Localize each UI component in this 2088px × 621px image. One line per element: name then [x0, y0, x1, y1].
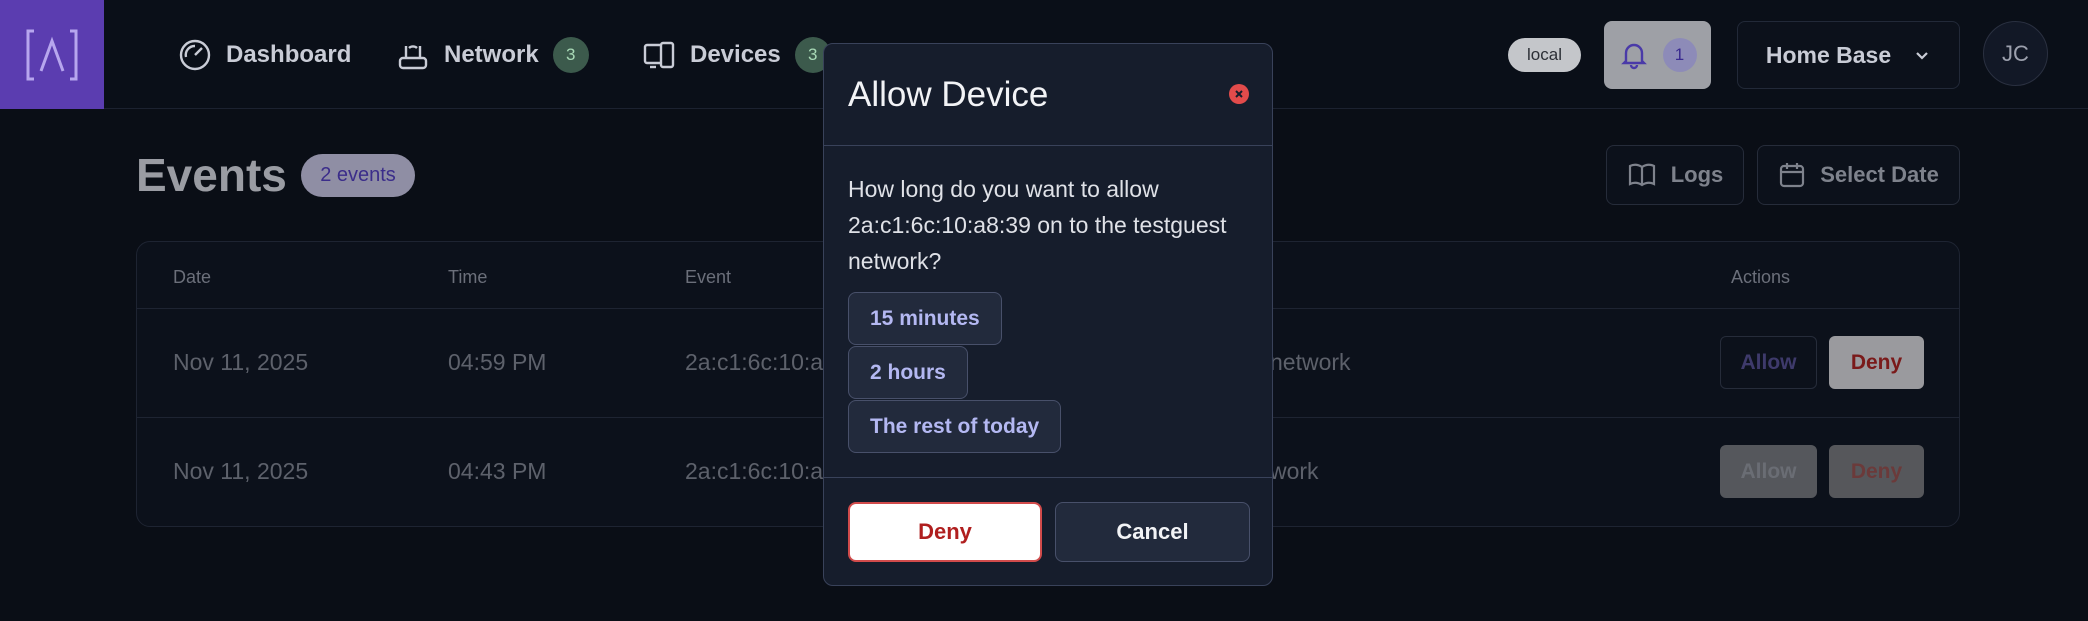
book-icon	[1628, 163, 1655, 187]
events-count-badge: 2 events	[301, 154, 415, 197]
logs-button-label: Logs	[1670, 162, 1724, 187]
user-avatar[interactable]: JC	[1983, 21, 2048, 86]
row-date: Nov 11, 2025	[173, 349, 309, 375]
site-selector-dropdown[interactable]: Home Base	[1737, 21, 1960, 89]
row-allow-button[interactable]: Allow	[1720, 336, 1817, 389]
column-header-event: Event	[685, 267, 732, 287]
nav-dashboard-label: Dashboard	[226, 41, 352, 68]
modal-header: Allow Device	[824, 44, 1272, 146]
chevron-down-icon	[1916, 52, 1928, 60]
modal-question: How long do you want to allow 2a:c1:6c:1…	[848, 176, 1227, 274]
nav-devices[interactable]: Devices 3	[642, 32, 831, 78]
option-15-minutes-button[interactable]: 15 minutes	[848, 292, 1002, 345]
modal-title: Allow Device	[848, 75, 1049, 114]
site-selector-label: Home Base	[1765, 41, 1892, 68]
row-time: 04:43 PM	[448, 458, 547, 484]
option-2-hours-button[interactable]: 2 hours	[848, 346, 968, 399]
row-event-tail: network	[1270, 349, 1351, 375]
notifications-button[interactable]: 1	[1604, 21, 1711, 89]
nav-devices-label: Devices	[690, 41, 781, 68]
row-event: 2a:c1:6c:10:a	[685, 458, 824, 484]
row-deny-button[interactable]: Deny	[1829, 336, 1924, 389]
close-icon[interactable]	[1229, 84, 1249, 104]
column-header-actions: Actions	[1731, 267, 1791, 287]
nav-network[interactable]: Network 3	[396, 32, 589, 78]
modal-footer-divider	[824, 477, 1272, 478]
notification-count-badge: 1	[1662, 38, 1697, 72]
select-date-button-label: Select Date	[1820, 162, 1939, 187]
calendar-icon	[1780, 163, 1805, 188]
environment-badge: local	[1508, 38, 1581, 72]
logs-button[interactable]: Logs	[1606, 145, 1744, 205]
select-date-button[interactable]: Select Date	[1757, 145, 1960, 205]
cancel-button[interactable]: Cancel	[1055, 502, 1250, 562]
deny-button[interactable]: Deny	[848, 502, 1042, 562]
bell-icon	[1620, 43, 1647, 70]
column-header-date: Date	[173, 267, 212, 287]
column-header-time: Time	[448, 267, 488, 287]
app-logo[interactable]	[0, 0, 104, 109]
row-allow-button[interactable]: Allow	[1720, 445, 1817, 498]
row-event-tail: work	[1270, 458, 1319, 484]
row-time: 04:59 PM	[448, 349, 547, 375]
row-deny-button[interactable]: Deny	[1829, 445, 1924, 498]
row-date: Nov 11, 2025	[173, 458, 309, 484]
allow-device-modal: Allow Device How long do you want to all…	[823, 43, 1273, 586]
logo-icon	[26, 29, 78, 80]
option-rest-of-today-button[interactable]: The rest of today	[848, 400, 1062, 453]
network-count-badge: 3	[552, 37, 589, 73]
nav-network-label: Network	[444, 41, 539, 68]
row-event: 2a:c1:6c:10:a	[685, 349, 824, 375]
devices-icon	[643, 41, 675, 69]
nav-dashboard[interactable]: Dashboard	[178, 32, 351, 78]
gauge-icon	[179, 39, 211, 71]
page-title: Events	[136, 149, 287, 201]
router-icon	[398, 45, 428, 70]
